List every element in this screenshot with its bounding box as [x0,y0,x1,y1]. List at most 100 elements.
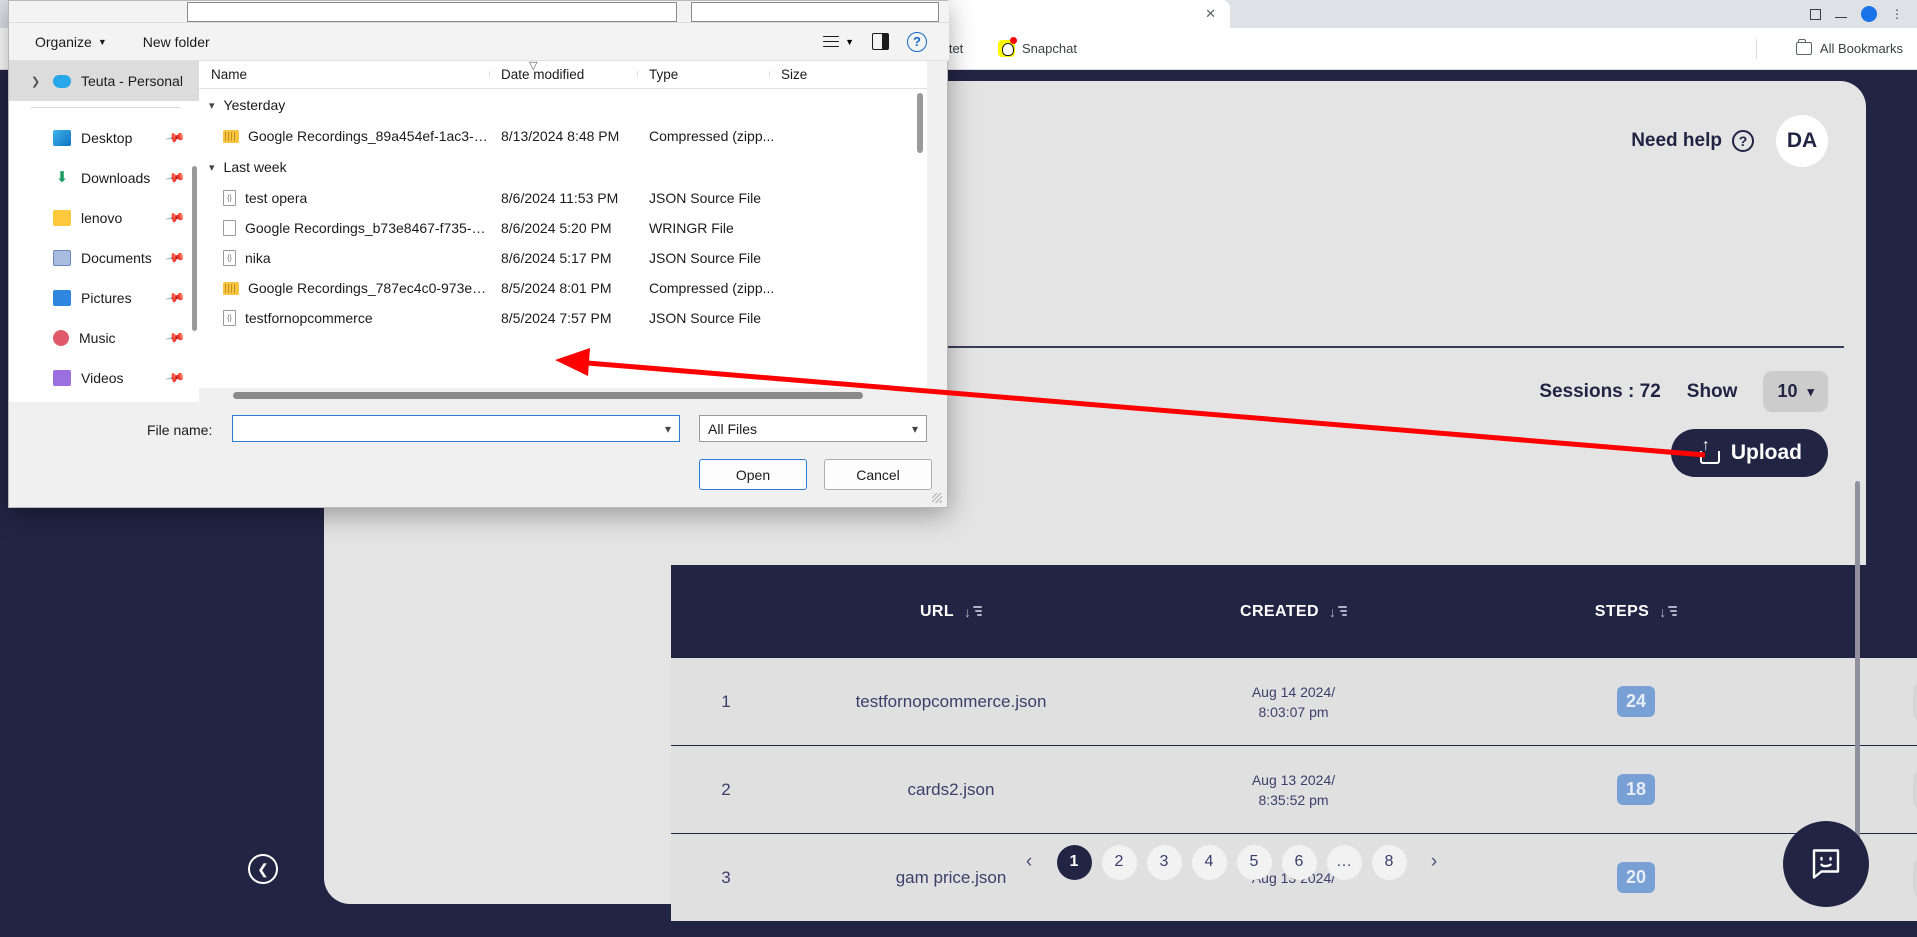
sidebar-collapse-button[interactable]: ❮ [248,854,278,884]
sidebar-item-pictures[interactable]: Pictures 📌 [9,278,199,318]
file-list-scrollbar[interactable] [917,93,923,153]
chevron-right-icon[interactable]: ❯ [31,75,43,88]
file-group-header[interactable]: ▾ Last week [199,151,927,183]
sidebar-item-desktop[interactable]: Desktop 📌 [9,118,199,158]
sessions-count: Sessions : 72 [1539,380,1661,402]
row-url[interactable]: testfornopcommerce.json [781,692,1121,712]
close-icon[interactable]: ✕ [1205,6,1216,22]
profile-icon[interactable] [1861,6,1877,22]
sidebar-item-label: lenovo [81,210,123,226]
sidebar-item-onedrive[interactable]: ❯ Teuta - Personal [9,61,199,101]
file-type: JSON Source File [649,190,762,206]
file-name-input[interactable]: ▾ [232,415,680,442]
new-folder-button[interactable]: New folder [143,34,210,50]
menu-icon[interactable]: ⋮ [1891,7,1903,21]
sidebar-item-documents[interactable]: Documents 📌 [9,238,199,278]
pagination-page-1[interactable]: 1 [1056,844,1092,880]
column-header-name[interactable]: Name [199,67,489,82]
file-row[interactable]: Google Recordings_b73e8467-f735-40d3... … [199,213,927,243]
table-row[interactable]: 1 testfornopcommerce.json Aug 14 2024/ 8… [671,658,1917,746]
pagination-prev[interactable]: ‹ [1012,845,1047,880]
file-row[interactable]: {} testfornopcommerce 8/5/2024 7:57 PM J… [199,303,927,333]
page-size-value: 10 [1777,381,1798,401]
organize-button[interactable]: Organize ▼ [35,34,107,50]
sidebar-scrollbar[interactable] [192,166,197,331]
resize-grip[interactable] [932,493,942,503]
page-size-select[interactable]: 10 ▾ [1763,371,1828,412]
table-row[interactable]: 2 cards2.json Aug 13 2024/ 8:35:52 pm 18 [671,746,1917,834]
file-group-header[interactable]: ▾ Yesterday [199,89,927,121]
avatar[interactable]: DA [1776,115,1828,167]
file-list-horizontal-scrollbar[interactable] [233,392,863,399]
file-row[interactable]: Google Recordings_787ec4c0-973e-4235... … [199,273,927,303]
row-steps: 18 [1466,774,1806,805]
search-input[interactable] [691,2,939,22]
file-type-filter-select[interactable]: All Files ▾ [699,415,927,442]
chat-support-button[interactable] [1783,821,1869,907]
minimize-icon[interactable] [1835,10,1847,18]
chat-icon [1812,849,1840,879]
row-created-time: 8:03:07 pm [1258,703,1329,720]
file-row[interactable]: Google Recordings_89a454ef-1ac3-469d... … [199,121,927,151]
column-header-created[interactable]: CREATED ↓ [1121,603,1466,621]
list-icon[interactable] [1912,857,1917,898]
address-bar[interactable] [187,2,677,22]
pin-icon: 📌 [164,286,187,309]
file-type: Compressed (zipp... [649,280,775,296]
column-header-date-modified[interactable]: Date modified [489,67,637,82]
pagination-next[interactable]: › [1417,845,1452,880]
chevron-down-icon[interactable]: ▾ [665,422,671,436]
column-header-steps[interactable]: STEPS ↓ [1466,603,1806,621]
pagination-page-8[interactable]: 8 [1371,844,1407,880]
sidebar-item-label: Desktop [81,130,133,146]
json-icon: {} [223,190,236,206]
sidebar-item-lenovo[interactable]: lenovo 📌 [9,198,199,238]
pagination-page-3[interactable]: 3 [1146,844,1182,880]
pin-icon: 📌 [164,126,187,149]
dialog-footer: File name: ▾ All Files ▾ Open Cancel [9,402,947,507]
file-group-label: Last week [223,159,287,175]
pagination-page-4[interactable]: 4 [1191,844,1227,880]
row-actions [1806,769,1917,810]
file-row[interactable]: {} nika 8/6/2024 5:17 PM JSON Source Fil… [199,243,927,273]
open-button[interactable]: Open [699,459,807,490]
sidebar-item-music[interactable]: Music 📌 [9,318,199,358]
need-help-label: Need help [1631,130,1722,151]
pagination-page-5[interactable]: 5 [1236,844,1272,880]
column-header-url[interactable]: URL ↓ [781,603,1121,621]
column-header-type[interactable]: Type [637,67,769,82]
column-header-size[interactable]: Size [769,67,839,82]
view-options-button[interactable]: ▼ [823,32,854,50]
maximize-icon[interactable] [1810,8,1821,20]
list-icon[interactable] [1912,681,1917,722]
pin-icon: 📌 [164,366,187,389]
sidebar-item-label: Documents [81,250,152,266]
need-help-button[interactable]: Need help ? [1631,130,1754,152]
pagination-page-2[interactable]: 2 [1101,844,1137,880]
content-scrollbar[interactable] [1855,481,1860,861]
app-header: Need help ? DA [1631,115,1828,167]
file-type: JSON Source File [649,250,762,266]
sidebar-item-videos[interactable]: Videos 📌 [9,358,199,398]
cancel-button[interactable]: Cancel [824,459,932,490]
list-icon[interactable] [1912,769,1917,810]
file-list-hscroll-track [199,388,927,402]
dialog-toolbar-right: ▼ ? [823,31,949,52]
file-name-cell: Google Recordings_b73e8467-f735-40d3... [199,220,489,236]
column-label-created: CREATED [1240,602,1319,620]
row-url[interactable]: cards2.json [781,780,1121,800]
pagination-page-6[interactable]: 6 [1281,844,1317,880]
bookmarks-divider [1756,38,1757,59]
pin-icon: 📌 [164,326,187,349]
all-bookmarks-button[interactable]: All Bookmarks [1795,39,1903,56]
file-name: Google Recordings_787ec4c0-973e-4235... [248,280,489,296]
upload-button[interactable]: Upload [1670,429,1828,477]
sidebar-item-downloads[interactable]: ⬇ Downloads 📌 [9,158,199,198]
sidebar-item-label: Music [79,330,116,346]
chevron-down-icon[interactable]: ▾ [912,422,918,436]
sidebar-item-label: Pictures [81,290,132,306]
file-row[interactable]: {} test opera 8/6/2024 11:53 PM JSON Sou… [199,183,927,213]
help-icon[interactable]: ? [907,31,927,52]
bookmark-item-snapchat[interactable]: Snapchat [990,36,1085,61]
preview-pane-icon[interactable] [872,33,889,50]
